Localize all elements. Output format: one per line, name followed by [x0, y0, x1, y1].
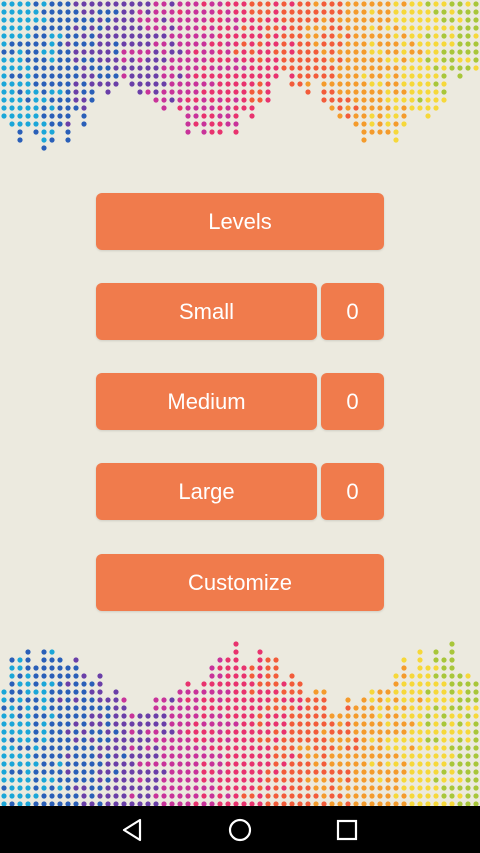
home-icon [228, 818, 252, 841]
medium-count-value: 0 [346, 388, 359, 414]
small-count-badge: 0 [321, 283, 384, 340]
android-nav-bar [0, 806, 480, 853]
small-count-value: 0 [346, 298, 359, 324]
small-button[interactable]: Small [96, 283, 317, 340]
recents-icon [336, 819, 357, 840]
app-screen: Levels Small 0 Medium 0 Large 0 Customiz… [0, 0, 480, 853]
medium-count-badge: 0 [321, 373, 384, 430]
back-icon [123, 818, 142, 841]
large-button[interactable]: Large [96, 463, 317, 520]
home-button[interactable] [220, 810, 260, 850]
large-count-value: 0 [346, 478, 359, 504]
customize-button[interactable]: Customize [96, 554, 384, 611]
levels-button[interactable]: Levels [96, 193, 384, 250]
customize-button-label: Customize [188, 569, 292, 595]
medium-button[interactable]: Medium [96, 373, 317, 430]
small-button-label: Small [178, 298, 234, 324]
large-button-label: Large [178, 478, 235, 504]
back-button[interactable] [113, 810, 153, 850]
large-count-badge: 0 [321, 463, 384, 520]
levels-button-label: Levels [208, 208, 272, 234]
spectrum-dots-bottom [1, 641, 479, 806]
recents-button[interactable] [327, 810, 367, 850]
spectrum-dots-top [1, 1, 479, 151]
medium-button-label: Medium [167, 388, 246, 414]
